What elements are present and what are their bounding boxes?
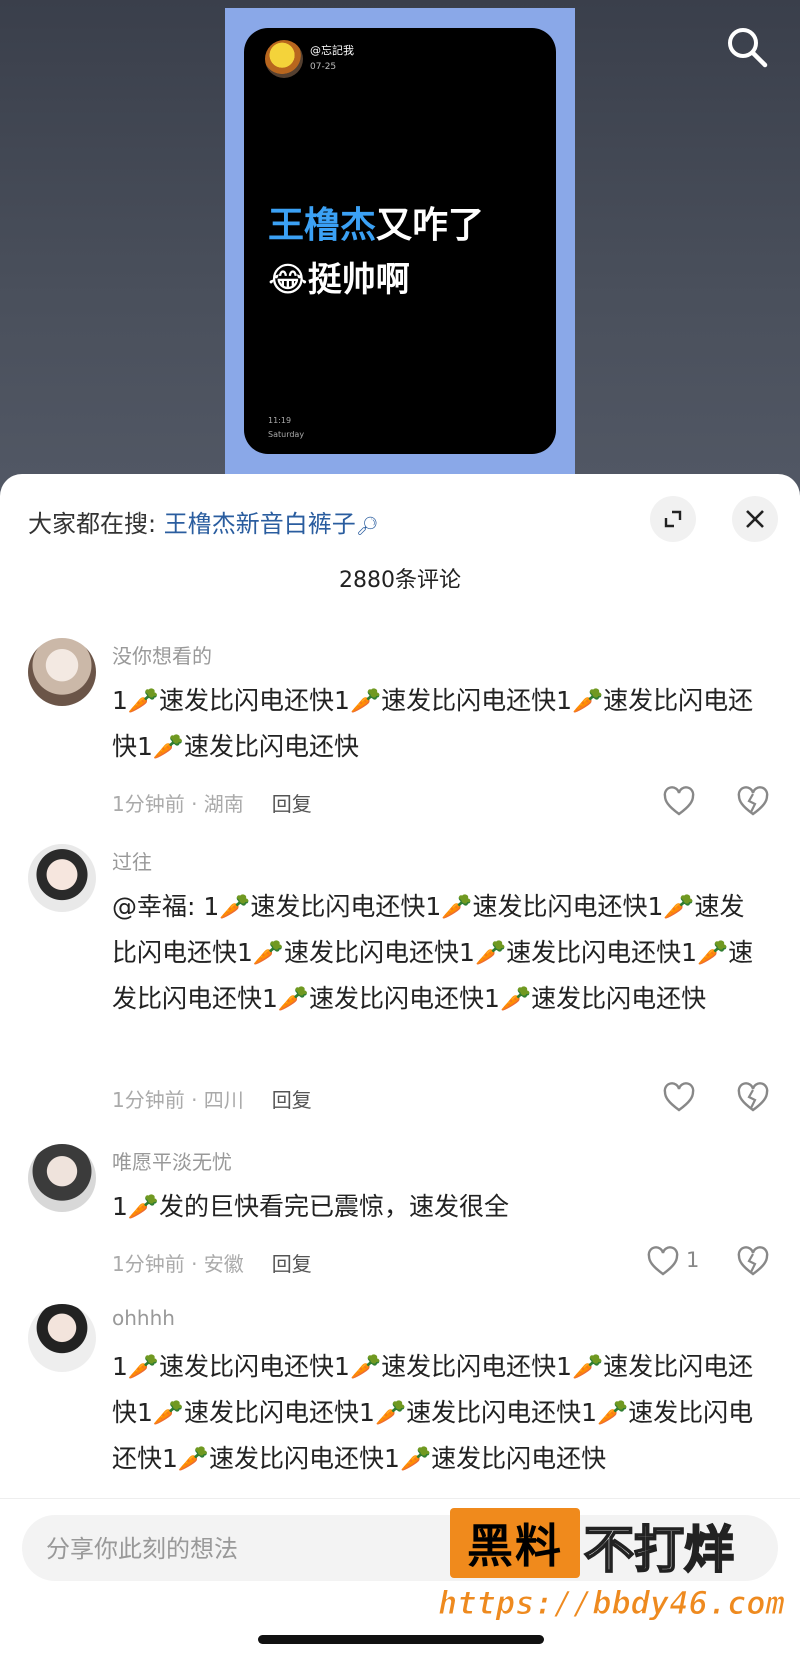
comment-text: 1🥕速发比闪电还快1🥕速发比闪电还快1🥕速发比闪电还快1🥕速发比闪电还快	[112, 686, 754, 761]
comment-time-location: 1分钟前 · 安徽	[112, 1252, 244, 1276]
reply-button[interactable]: 回复	[272, 1252, 312, 1276]
comment-time-location: 1分钟前 · 四川	[112, 1088, 244, 1112]
expand-button[interactable]	[650, 496, 696, 542]
heart-icon[interactable]	[662, 1082, 696, 1114]
laugh-emoji-icon: 😂	[268, 260, 308, 300]
comment-count: 2880条评论	[339, 568, 461, 593]
avatar[interactable]	[28, 1304, 96, 1372]
comment-author[interactable]: 唯愿平淡无忧	[112, 1146, 232, 1175]
close-icon	[746, 510, 764, 528]
broken-heart-icon[interactable]	[736, 1082, 770, 1114]
heart-icon[interactable]	[662, 786, 696, 818]
comment-text: 1🥕发的巨快看完已震惊，速发很全	[112, 1192, 510, 1221]
reply-button[interactable]: 回复	[272, 1088, 312, 1112]
comment-author[interactable]: ohhhh	[112, 1306, 175, 1330]
video-lock-time: 11:19	[268, 416, 292, 425]
expand-icon	[664, 510, 682, 528]
trending-search-prefix: 大家都在搜:	[28, 510, 164, 538]
video-subline: 😂挺帅啊	[268, 252, 410, 301]
trending-search-term[interactable]: 王橹杰新音白裤子	[164, 510, 356, 538]
comment-meta: 1分钟前 · 四川 回复	[112, 1084, 312, 1113]
comment-time-location: 1分钟前 · 湖南	[112, 792, 244, 816]
home-indicator	[258, 1635, 544, 1644]
broken-heart-icon[interactable]	[736, 786, 770, 818]
comment-author[interactable]: 没你想看的	[112, 640, 212, 669]
comment-input[interactable]	[44, 1515, 468, 1583]
comment-text: @幸福: 1🥕速发比闪电还快1🥕速发比闪电还快1🥕速发比闪电还快1🥕速发比闪电还…	[112, 892, 754, 1013]
poster-date: 07-25	[310, 62, 337, 72]
poster-username: @忘記我	[310, 44, 354, 57]
trending-search[interactable]: 大家都在搜: 王橹杰新音白裤子🔎︎	[28, 504, 379, 539]
like-count: 1	[686, 1248, 700, 1272]
comment-author[interactable]: 过往	[112, 846, 152, 875]
comment-meta: 1分钟前 · 安徽 回复	[112, 1248, 312, 1277]
headline-highlight: 王橹杰	[268, 205, 377, 246]
comment-meta: 1分钟前 · 湖南 回复	[112, 788, 312, 817]
watermark-url: https://bbdy46.com	[438, 1584, 786, 1623]
watermark-badge: 黑料	[450, 1508, 580, 1578]
poster-avatar	[265, 40, 303, 78]
subline-text: 挺帅啊	[307, 260, 410, 300]
comments-sheet: 大家都在搜: 王橹杰新音白裤子🔎︎ 2880条评论 没你想看的 1🥕速发比闪电还…	[0, 474, 800, 1654]
headline-rest: 又咋了	[376, 205, 485, 246]
video-lock-day: Saturday	[268, 430, 305, 439]
heart-icon[interactable]	[646, 1246, 680, 1278]
avatar[interactable]	[28, 844, 96, 912]
broken-heart-icon[interactable]	[736, 1246, 770, 1278]
avatar[interactable]	[28, 1144, 96, 1212]
watermark-text: 不打烊	[583, 1520, 735, 1580]
reply-button[interactable]: 回复	[272, 792, 312, 816]
close-button[interactable]	[732, 496, 778, 542]
avatar[interactable]	[28, 638, 96, 706]
comment-text: 1🥕速发比闪电还快1🥕速发比闪电还快1🥕速发比闪电还快1🥕速发比闪电还快1🥕速发…	[112, 1352, 754, 1473]
video-headline: 王橹杰又咋了	[268, 196, 484, 248]
search-icon[interactable]	[722, 22, 772, 72]
small-search-icon: 🔎︎	[355, 516, 379, 537]
